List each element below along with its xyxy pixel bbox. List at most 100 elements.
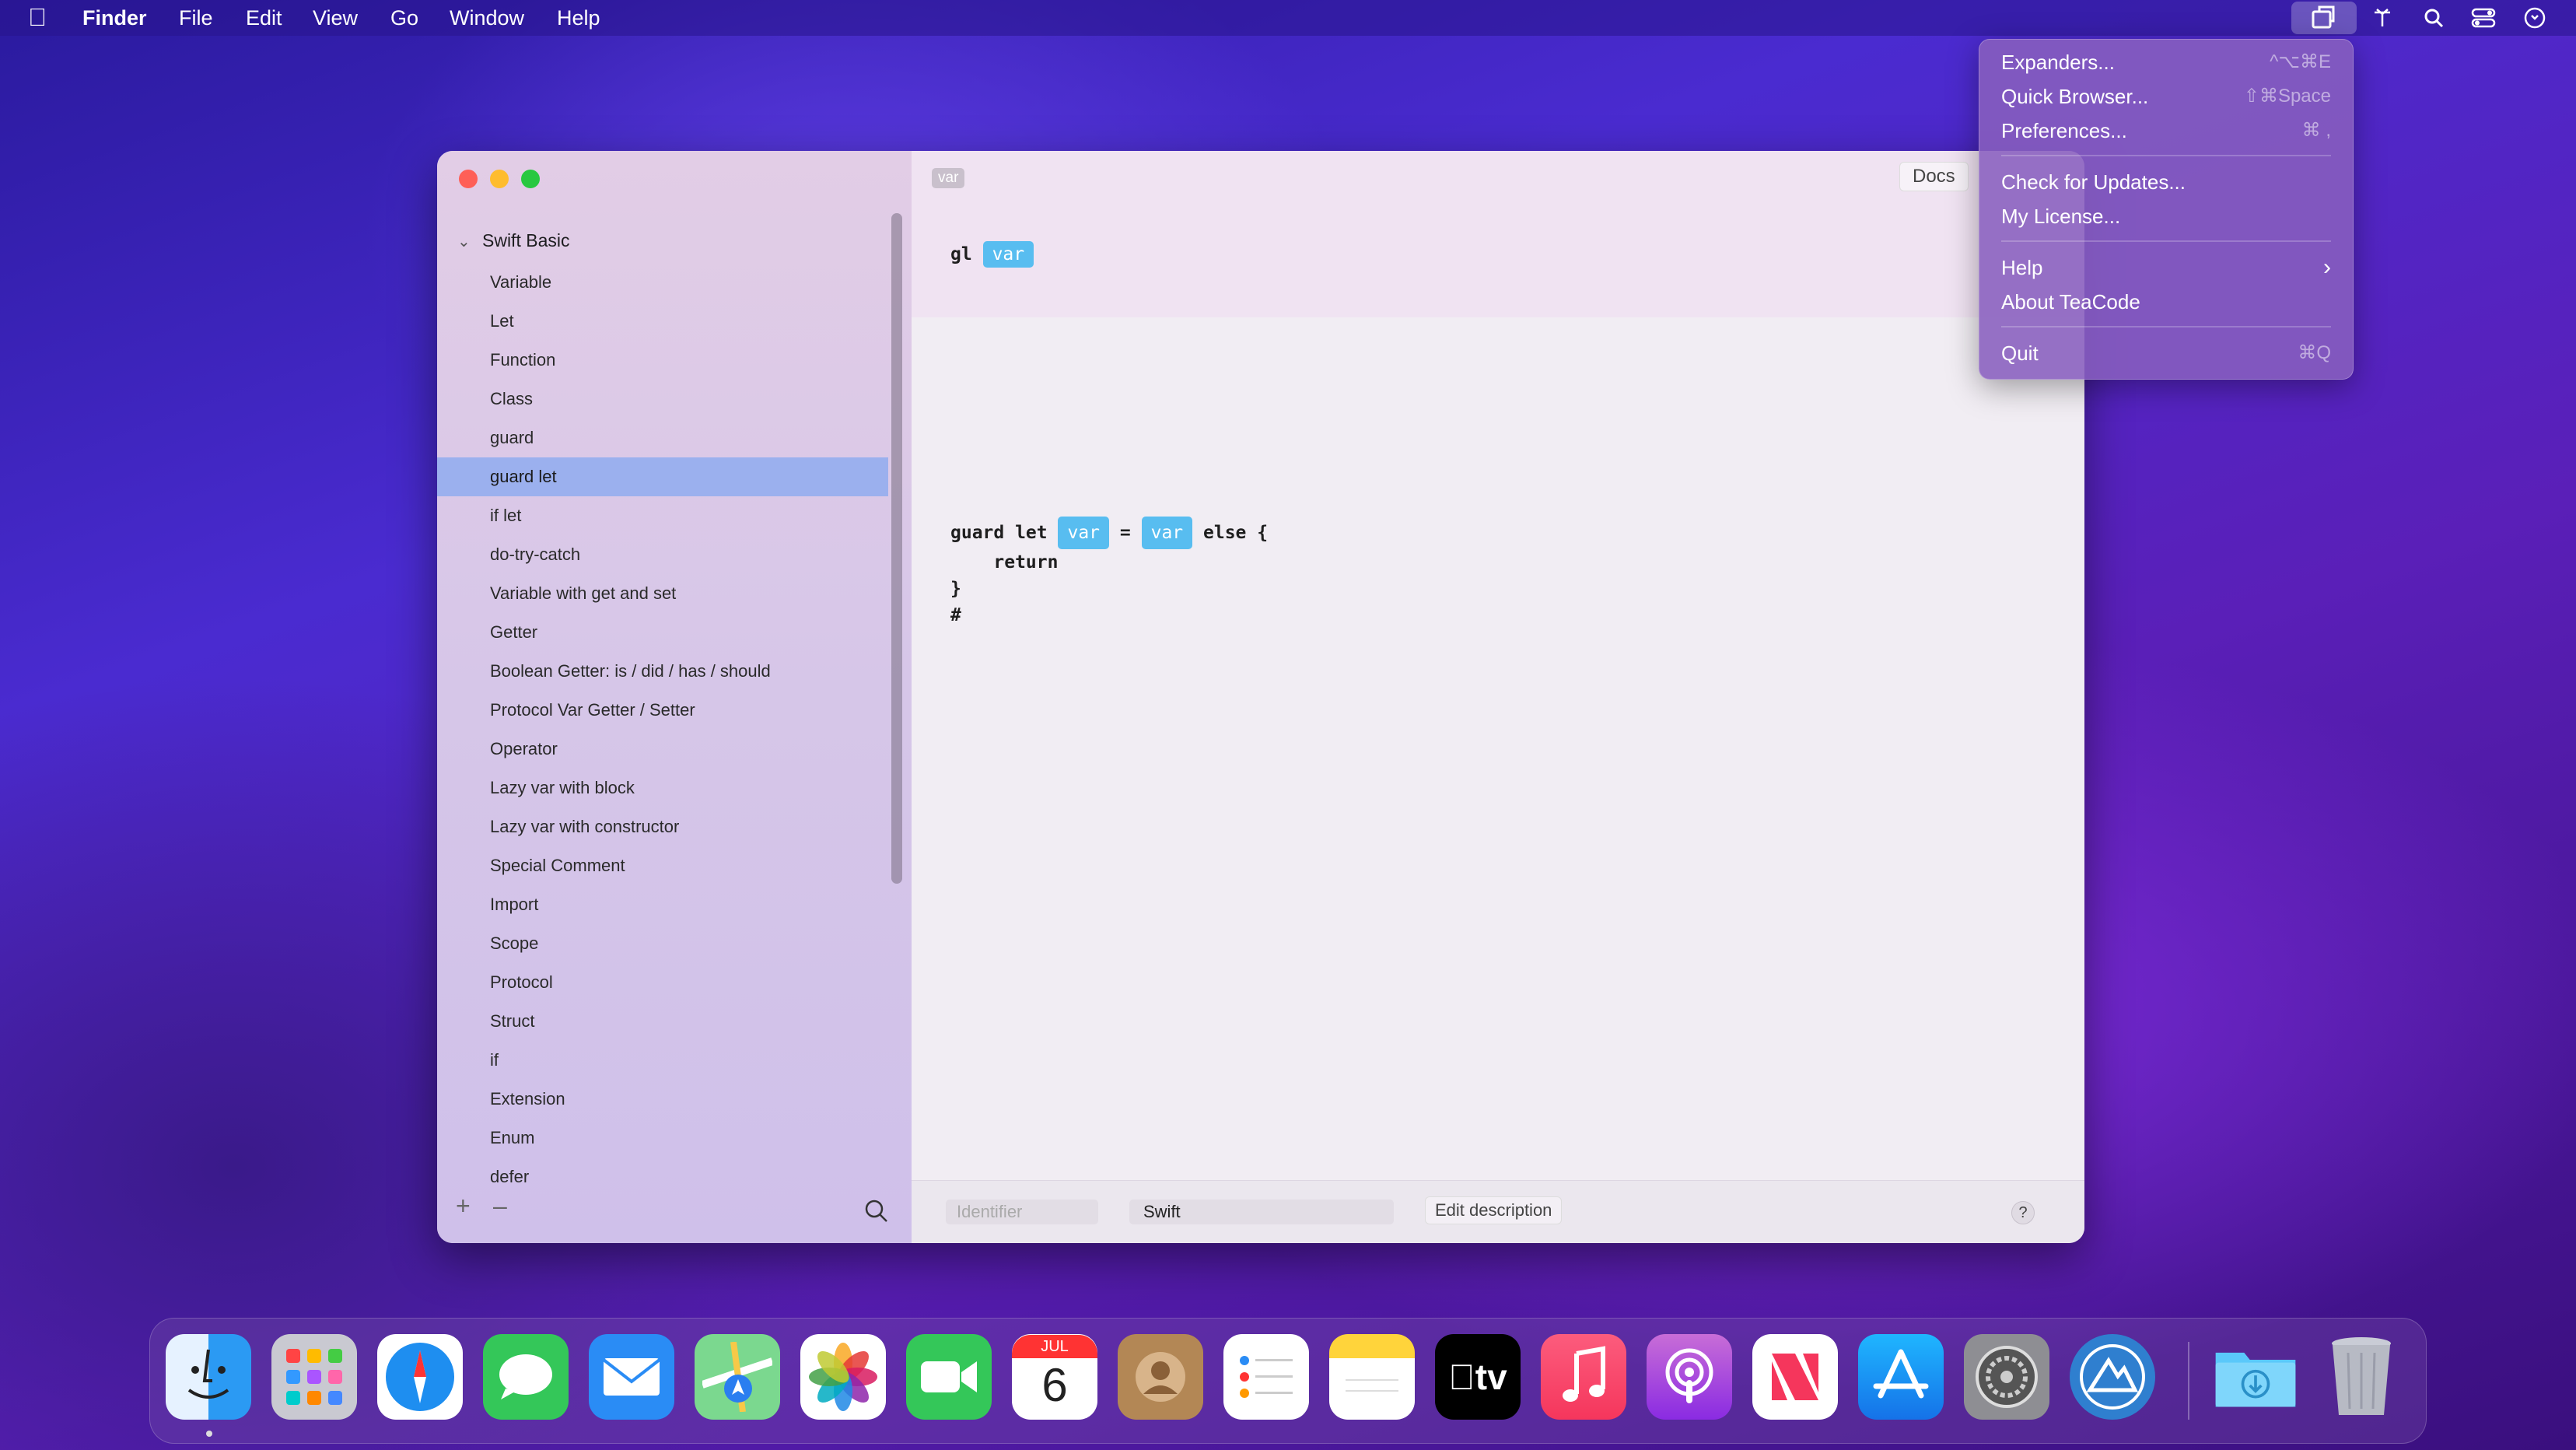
sidebar-item-guard[interactable]: guard: [437, 419, 888, 457]
sidebar-item-protocol-var[interactable]: Protocol Var Getter / Setter: [437, 691, 888, 730]
messages-icon[interactable]: [483, 1334, 569, 1420]
teacode-app-icon[interactable]: [2070, 1334, 2155, 1420]
language-field[interactable]: Swift: [1129, 1200, 1394, 1224]
launchpad-icon[interactable]: [271, 1334, 357, 1420]
menu-file[interactable]: File: [179, 6, 213, 30]
reminders-icon[interactable]: [1223, 1334, 1309, 1420]
teacode-menubar-icon[interactable]: [2291, 2, 2357, 34]
remove-expander-button[interactable]: –: [493, 1192, 507, 1221]
sidebar-item-label: if let: [490, 506, 522, 525]
sidebar-item-class[interactable]: Class: [437, 380, 888, 419]
sidebar: ⌄ Swift Basic Variable Let Function Class…: [437, 151, 912, 1243]
maximize-window-button[interactable]: [521, 170, 540, 188]
downloads-folder-icon[interactable]: [2213, 1334, 2298, 1420]
menu-item-label: Check for Updates...: [2001, 170, 2186, 194]
minimize-window-button[interactable]: [490, 170, 509, 188]
apple-tv-icon[interactable]: tv: [1435, 1334, 1521, 1420]
menu-item-about[interactable]: About TeaCode: [2001, 287, 2331, 318]
sidebar-item-label: Special Comment: [490, 856, 625, 875]
system-preferences-icon[interactable]: [1964, 1334, 2049, 1420]
trigger-pattern[interactable]: gl var: [950, 241, 1034, 268]
menu-item-help[interactable]: Help ›: [2001, 253, 2331, 284]
menu-item-check-updates[interactable]: Check for Updates...: [2001, 167, 2331, 198]
menu-window[interactable]: Window: [450, 6, 524, 30]
facetime-icon[interactable]: [906, 1334, 992, 1420]
maps-icon[interactable]: [695, 1334, 780, 1420]
menu-go[interactable]: Go: [390, 6, 418, 30]
docs-button[interactable]: Docs: [1899, 162, 1969, 191]
edit-description-button[interactable]: Edit description: [1425, 1196, 1563, 1224]
app-name-menu[interactable]: Finder: [82, 6, 147, 30]
contacts-icon[interactable]: [1118, 1334, 1203, 1420]
menu-item-expanders[interactable]: Expanders... ^⌥⌘E: [2001, 47, 2331, 79]
menu-item-label: Preferences...: [2001, 119, 2127, 142]
sidebar-item-lazy-var-constructor[interactable]: Lazy var with constructor: [437, 807, 888, 846]
sidebar-item-extension[interactable]: Extension: [437, 1080, 888, 1119]
close-window-button[interactable]: [459, 170, 478, 188]
app-store-icon[interactable]: [1858, 1334, 1944, 1420]
sidebar-item-if-let[interactable]: if let: [437, 496, 888, 535]
search-icon[interactable]: [863, 1198, 890, 1224]
sidebar-item-variable[interactable]: Variable: [437, 263, 888, 302]
sidebar-item-enum[interactable]: Enum: [437, 1119, 888, 1158]
menu-help[interactable]: Help: [557, 6, 600, 30]
finder-icon[interactable]: [166, 1334, 251, 1420]
menu-item-quick-browser[interactable]: Quick Browser... ⇧⌘Space: [2001, 82, 2331, 113]
podcasts-icon[interactable]: [1647, 1334, 1732, 1420]
group-swift-basic[interactable]: ⌄ Swift Basic: [457, 230, 569, 251]
code-token[interactable]: var: [1058, 517, 1110, 549]
safari-icon[interactable]: [377, 1334, 463, 1420]
music-icon[interactable]: [1541, 1334, 1626, 1420]
sidebar-item-label: Variable with get and set: [490, 583, 677, 603]
sidebar-item-getter[interactable]: Getter: [437, 613, 888, 652]
sidebar-item-import[interactable]: Import: [437, 885, 888, 924]
sidebar-item-boolean-getter[interactable]: Boolean Getter: is / did / has / should: [437, 652, 888, 691]
trigger-token[interactable]: var: [982, 241, 1034, 268]
code-text: else {: [1203, 523, 1269, 543]
mail-icon[interactable]: [589, 1334, 674, 1420]
add-expander-button[interactable]: +: [456, 1192, 471, 1221]
sidebar-item-label: Getter: [490, 622, 538, 642]
antenna-icon[interactable]: [2369, 5, 2396, 31]
editor-footer: Identifier Swift Edit description ?: [912, 1180, 2084, 1243]
menu-item-preferences[interactable]: Preferences... ⌘ ,: [2001, 116, 2331, 147]
menu-edit[interactable]: Edit: [246, 6, 282, 30]
calendar-icon[interactable]: JUL 6: [1012, 1334, 1097, 1420]
menu-item-quit[interactable]: Quit ⌘Q: [2001, 338, 2331, 370]
sidebar-item-do-try-catch[interactable]: do-try-catch: [437, 535, 888, 574]
photos-icon[interactable]: [800, 1334, 886, 1420]
help-button[interactable]: ?: [2011, 1201, 2035, 1224]
menu-item-shortcut: ^⌥⌘E: [2270, 51, 2331, 72]
sidebar-item-if[interactable]: if: [437, 1041, 888, 1080]
sidebar-item-lazy-var-block[interactable]: Lazy var with block: [437, 769, 888, 807]
control-center-icon[interactable]: [2470, 5, 2497, 31]
var-tag[interactable]: var: [932, 168, 965, 188]
sidebar-item-special-comment[interactable]: Special Comment: [437, 846, 888, 885]
menu-view[interactable]: View: [313, 6, 358, 30]
sidebar-scrollbar[interactable]: [891, 213, 902, 884]
template-editor[interactable]: guard let var = var else { return } #: [912, 317, 2084, 1181]
menu-item-shortcut: ⇧⌘Space: [2243, 86, 2331, 107]
notes-icon[interactable]: [1329, 1334, 1415, 1420]
sidebar-item-label: Lazy var with block: [490, 778, 635, 797]
sidebar-item-guard-let[interactable]: guard let: [437, 457, 888, 496]
sidebar-item-function[interactable]: Function: [437, 341, 888, 380]
code-token[interactable]: var: [1141, 517, 1193, 549]
sidebar-item-operator[interactable]: Operator: [437, 730, 888, 769]
sidebar-item-variable-get-set[interactable]: Variable with get and set: [437, 574, 888, 613]
sidebar-item-protocol[interactable]: Protocol: [437, 963, 888, 1002]
spotlight-search-icon[interactable]: [2420, 5, 2447, 31]
news-icon[interactable]: [1752, 1334, 1838, 1420]
identifier-field[interactable]: Identifier: [946, 1200, 1098, 1224]
siri-icon[interactable]: [2522, 5, 2548, 31]
sidebar-item-label: Function: [490, 350, 556, 370]
sidebar-item-scope[interactable]: Scope: [437, 924, 888, 963]
apple-menu-icon[interactable]: : [28, 3, 47, 32]
trash-icon[interactable]: [2319, 1334, 2404, 1420]
menu-item-my-license[interactable]: My License...: [2001, 201, 2331, 233]
code-template[interactable]: guard let var = var else { return } #: [950, 517, 1268, 629]
tv-apple-glyph: : [1448, 1356, 1475, 1398]
sidebar-item-struct[interactable]: Struct: [437, 1002, 888, 1041]
sidebar-item-let[interactable]: Let: [437, 302, 888, 341]
menu-item-shortcut: ⌘Q: [2298, 342, 2331, 363]
